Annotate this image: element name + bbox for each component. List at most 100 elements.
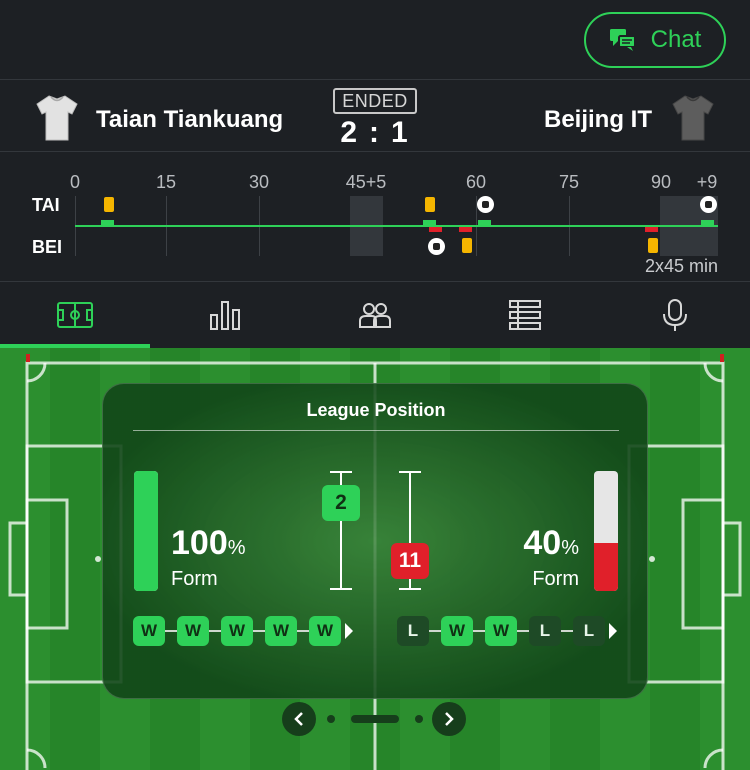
yellow-card-icon[interactable] [104,197,114,212]
away-position-badge: 11 [391,543,429,579]
percent-symbol: % [227,537,246,559]
score-header: Taian Tiankuang ENDED 2:1 Beijing IT [0,80,750,152]
timeline-tick: 15 [155,172,177,192]
home-form-value: 100 [171,524,228,562]
pitch-icon [57,302,93,328]
card-divider [133,430,619,431]
yellow-card-icon[interactable] [425,197,435,212]
tab-pitch[interactable] [0,282,150,348]
yellow-card-icon[interactable] [462,238,472,253]
goal-ball-icon[interactable] [428,238,445,255]
match-score: 2:1 [330,116,420,150]
match-status-badge: ENDED [333,88,417,114]
away-position-scale-bottom [399,588,421,590]
match-tabs [0,282,750,348]
yellow-card-icon[interactable] [648,238,658,253]
result-chip: L [529,616,561,646]
timeline-tick: 0 [69,172,81,192]
home-row-label: TAI [32,195,60,215]
chip-connector [253,630,265,632]
chat-label: Chat [650,26,702,53]
timeline-tick: 45+5 [345,172,387,192]
away-event-marker [429,227,442,232]
score-separator: : [369,116,381,149]
timeline-tick: 60 [465,172,487,192]
home-event-marker [701,220,714,225]
away-team-name[interactable]: Beijing IT [544,106,652,134]
result-chip: W [133,616,165,646]
home-jersey-icon [36,95,78,141]
latest-arrow-icon [345,623,353,639]
chip-connector [561,630,573,632]
away-row-label: BEI [32,237,63,257]
chat-icon [609,29,636,51]
result-chip: W [441,616,473,646]
home-form-percent: 100% [171,524,246,563]
commentary-icon [663,299,687,331]
result-chip: L [397,616,429,646]
percent-symbol: % [561,537,579,559]
timeline-tick: 90 [650,172,672,192]
pager-dot[interactable] [327,715,335,723]
goal-ball-icon[interactable] [700,196,717,213]
result-chip: W [221,616,253,646]
away-score: 1 [391,116,410,149]
league-position-card: League Position 100% Form 40% Form 2 11 … [102,383,648,699]
result-chip: W [309,616,341,646]
home-form-fill [134,471,158,591]
card-pager [282,702,468,736]
next-button[interactable] [432,702,466,736]
latest-arrow-icon [609,623,617,639]
result-chip: W [177,616,209,646]
result-chip: W [265,616,297,646]
home-position-badge: 2 [322,485,360,521]
table-icon [509,300,541,330]
home-recent-results: W W W W W [133,615,353,647]
tab-standings[interactable] [450,282,600,348]
away-form-label: Form [532,568,579,590]
home-event-marker [101,220,114,225]
away-form-fill [594,543,618,591]
home-position-scale-bottom [330,588,352,590]
top-bar: Chat [0,0,750,80]
chevron-left-icon [294,712,303,726]
home-form-label: Form [171,568,218,590]
chip-connector [209,630,221,632]
timeline-tick: 30 [248,172,270,192]
pager-dot[interactable] [415,715,423,723]
match-timeline: 0 15 30 45+5 60 75 90 +9 TAI BEI 2x45 mi… [0,152,750,282]
away-form-percent: 40% [523,524,579,563]
goal-ball-icon[interactable] [477,196,494,213]
away-form-value: 40 [523,524,562,562]
stats-icon [210,301,240,330]
chip-connector [297,630,309,632]
tab-stats[interactable] [150,282,300,348]
chevron-right-icon [445,712,454,726]
away-jersey-icon [672,95,714,141]
away-form-bar [594,471,618,591]
away-event-marker [459,227,472,232]
result-chip: W [485,616,517,646]
timeline-tick: +9 [696,172,718,192]
lineups-icon [359,303,391,328]
chat-button[interactable]: Chat [584,12,726,68]
home-team-name[interactable]: Taian Tiankuang [96,106,283,134]
chip-connector [517,630,529,632]
timeline-baseline [75,225,718,227]
home-event-marker [423,220,436,225]
home-form-bar [134,471,158,591]
away-event-marker [645,227,658,232]
result-chip: L [573,616,605,646]
pager-active-indicator [351,715,399,723]
card-title: League Position [306,400,446,420]
chip-connector [429,630,441,632]
chip-connector [473,630,485,632]
tab-commentary[interactable] [600,282,750,348]
match-duration: 2x45 min [644,256,718,276]
home-event-marker [478,220,491,225]
away-recent-results: L W W L L [397,615,617,647]
tab-lineups[interactable] [300,282,450,348]
previous-button[interactable] [282,702,316,736]
home-score: 2 [340,116,359,149]
timeline-tick: 75 [558,172,580,192]
